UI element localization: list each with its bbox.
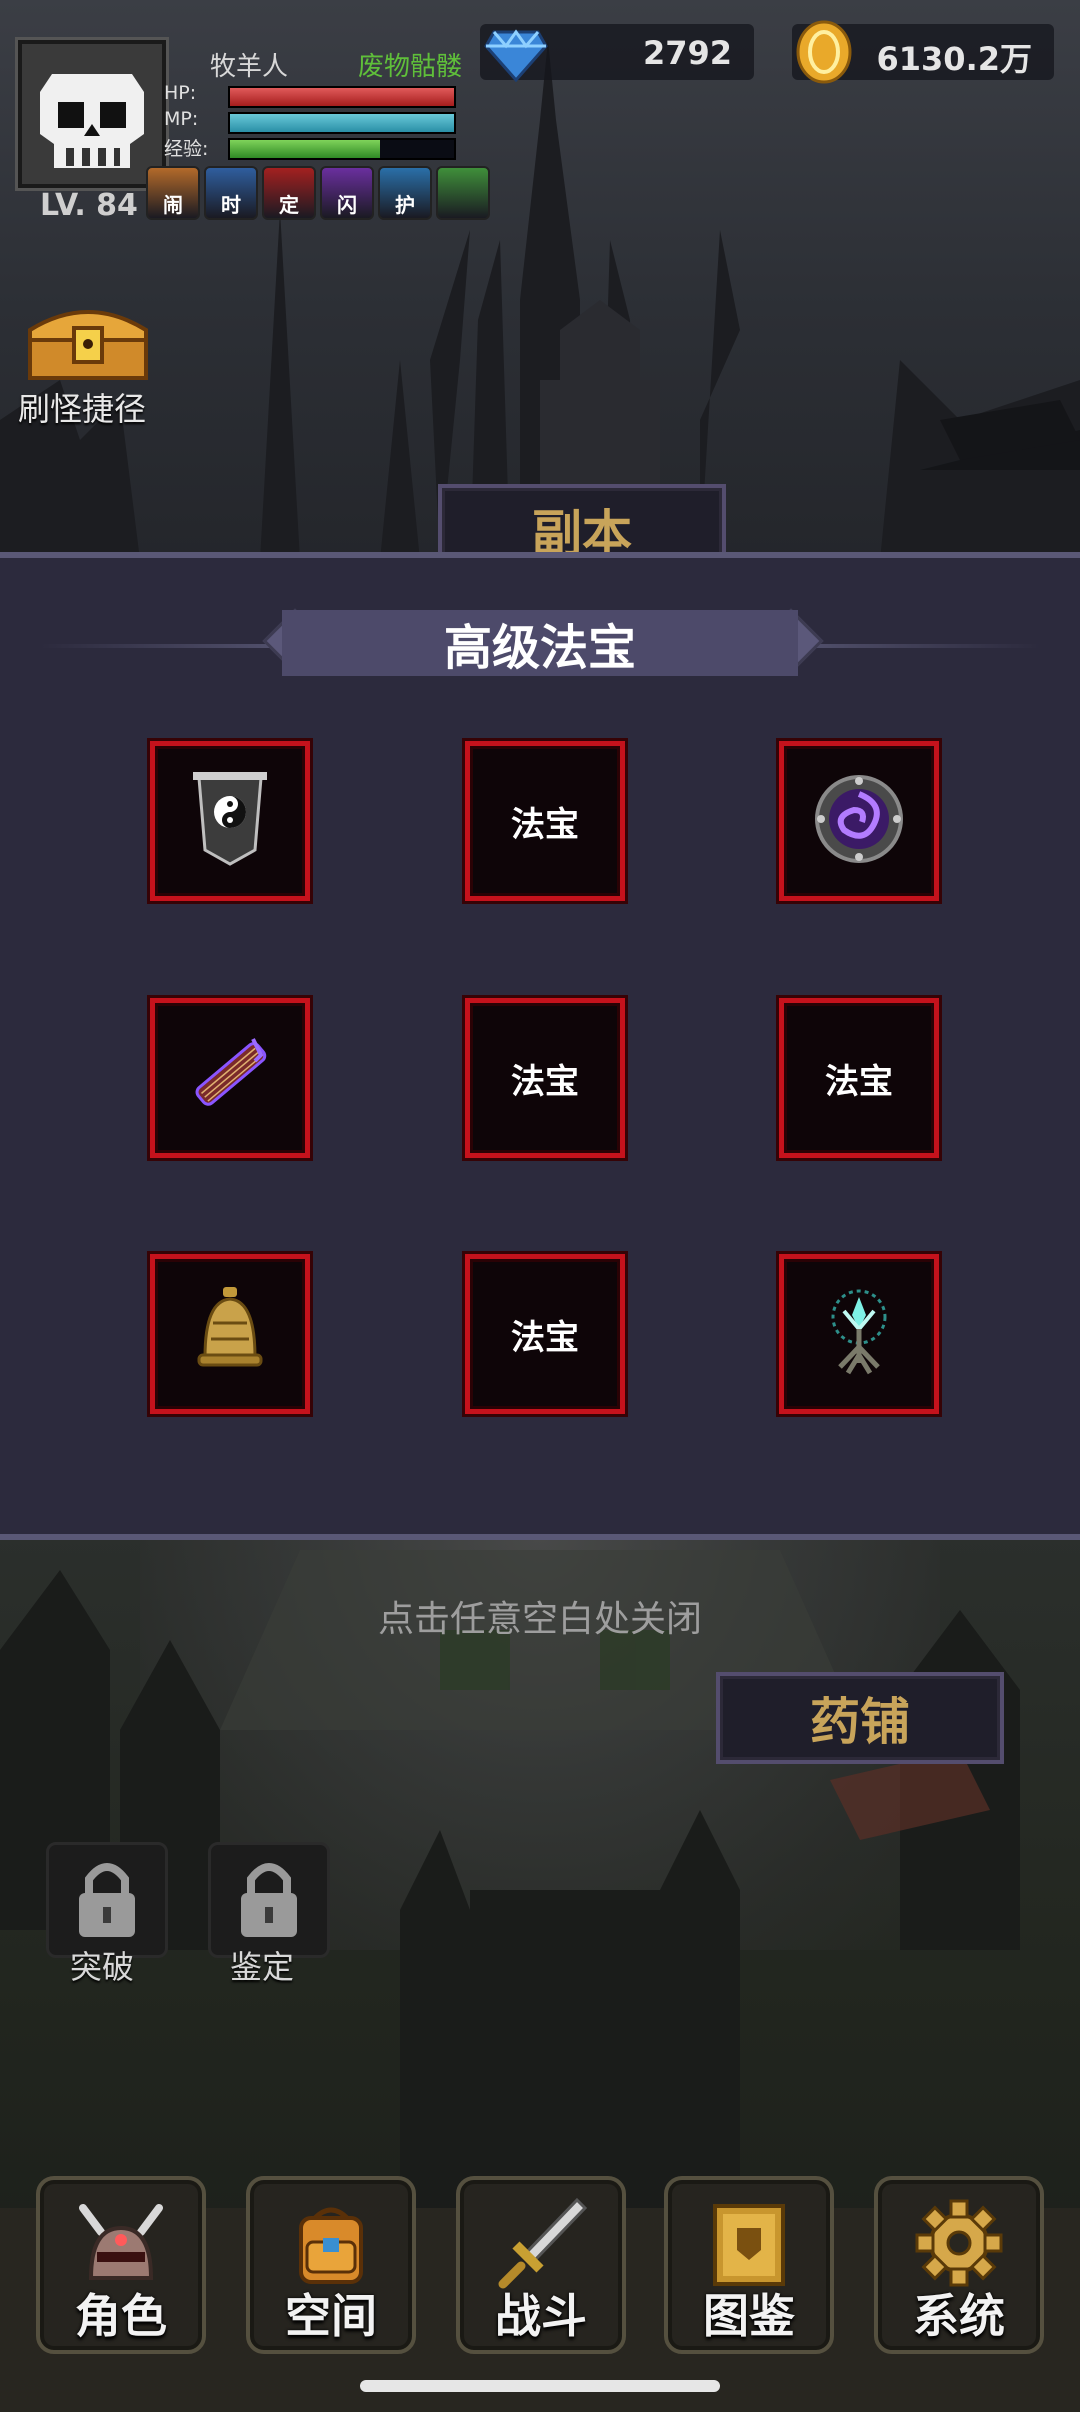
fist-icon[interactable]: 闹 bbox=[146, 166, 200, 220]
buff-label: 护 bbox=[395, 193, 415, 217]
treasure-slot[interactable]: 法宝 bbox=[779, 998, 939, 1158]
potion-icon[interactable] bbox=[436, 166, 490, 220]
nav-book[interactable]: 图鉴 bbox=[664, 2176, 834, 2354]
nav-label: 战斗 bbox=[495, 2289, 587, 2343]
nav-label: 图鉴 bbox=[703, 2289, 795, 2343]
buff-label: 定 bbox=[279, 193, 299, 217]
player-title: 废物骷髅 bbox=[358, 52, 463, 82]
buff-label: 闪 bbox=[337, 193, 357, 217]
shield-icon[interactable]: 护 bbox=[378, 166, 432, 220]
spirit-tree-icon bbox=[804, 1277, 914, 1391]
buff-label: 闹 bbox=[163, 193, 183, 217]
buff-label: 时 bbox=[221, 193, 241, 217]
treasure-slot-label: 法宝 bbox=[825, 1061, 893, 1102]
lock-icon bbox=[241, 1863, 297, 1937]
treasure-slot[interactable] bbox=[150, 1254, 310, 1414]
player-level: LV. 84 bbox=[40, 188, 138, 223]
pharmacy-plaque[interactable]: 药铺 bbox=[716, 1672, 1004, 1764]
nav-gear[interactable]: 系统 bbox=[874, 2176, 1044, 2354]
mp-label: MP: bbox=[164, 108, 199, 130]
pharmacy-label: 药铺 bbox=[810, 1692, 910, 1751]
gold-coin-icon bbox=[796, 20, 852, 84]
shortcut-label[interactable]: 刷怪捷径 bbox=[18, 384, 146, 430]
treasure-slot-label: 法宝 bbox=[511, 1317, 579, 1358]
treasure-slot[interactable]: 法宝 bbox=[465, 741, 625, 901]
home-indicator[interactable] bbox=[360, 2380, 720, 2392]
buff-list: 闹时定闪护 bbox=[146, 166, 490, 220]
skull-icon bbox=[22, 44, 162, 184]
breakthrough-lock-button[interactable] bbox=[46, 1842, 168, 1958]
close-hint[interactable]: 点击任意空白处关闭 bbox=[0, 1590, 1080, 1642]
nav-label: 空间 bbox=[285, 2289, 377, 2343]
treasure-slot[interactable]: 法宝 bbox=[465, 998, 625, 1158]
appraise-lock-button[interactable] bbox=[208, 1842, 330, 1958]
nav-label: 系统 bbox=[913, 2289, 1005, 2343]
modal-title: 高级法宝 bbox=[282, 610, 798, 676]
diamond-icon bbox=[484, 29, 548, 82]
sword-icon[interactable]: 定 bbox=[262, 166, 316, 220]
hourglass-icon[interactable]: 时 bbox=[204, 166, 258, 220]
dash-icon[interactable]: 闪 bbox=[320, 166, 374, 220]
treasure-slot-label: 法宝 bbox=[511, 1061, 579, 1102]
purple-vortex-shield-icon bbox=[804, 764, 914, 878]
gem-counter: 2792 bbox=[480, 24, 754, 82]
mp-bar bbox=[228, 112, 456, 134]
yin-yang-banner-icon bbox=[175, 764, 285, 878]
nav-helmet[interactable]: 角色 bbox=[36, 2176, 206, 2354]
treasure-slot[interactable]: 法宝 bbox=[465, 1254, 625, 1414]
hp-label: HP: bbox=[164, 82, 197, 104]
treasure-slot-label: 法宝 bbox=[511, 804, 579, 845]
treasure-slot[interactable] bbox=[779, 741, 939, 901]
lock-icon bbox=[79, 1863, 135, 1937]
treasure-slot[interactable] bbox=[150, 998, 310, 1158]
treasure-chest-icon[interactable] bbox=[24, 300, 152, 382]
treasure-slot[interactable] bbox=[150, 741, 310, 901]
nav-sword[interactable]: 战斗 bbox=[456, 2176, 626, 2354]
advanced-treasure-modal: 高级法宝 法宝 法宝 法宝 法宝 bbox=[0, 552, 1080, 1540]
exp-label: 经验: bbox=[164, 138, 209, 160]
breakthrough-label: 突破 bbox=[70, 1948, 135, 1986]
treasure-slot[interactable] bbox=[779, 1254, 939, 1414]
gold-counter: 6130.2万 bbox=[792, 20, 1054, 84]
gold-value: 6130.2万 bbox=[876, 40, 1033, 78]
player-avatar[interactable] bbox=[18, 40, 166, 188]
guqin-icon bbox=[175, 1021, 285, 1135]
hp-bar bbox=[228, 86, 456, 108]
exp-bar bbox=[228, 138, 456, 160]
bell-icon bbox=[175, 1277, 285, 1391]
gem-value: 2792 bbox=[642, 34, 732, 72]
nav-label: 角色 bbox=[75, 2289, 167, 2343]
appraise-label: 鉴定 bbox=[230, 1948, 295, 1986]
player-name: 牧羊人 bbox=[210, 52, 289, 82]
nav-backpack[interactable]: 空间 bbox=[246, 2176, 416, 2354]
